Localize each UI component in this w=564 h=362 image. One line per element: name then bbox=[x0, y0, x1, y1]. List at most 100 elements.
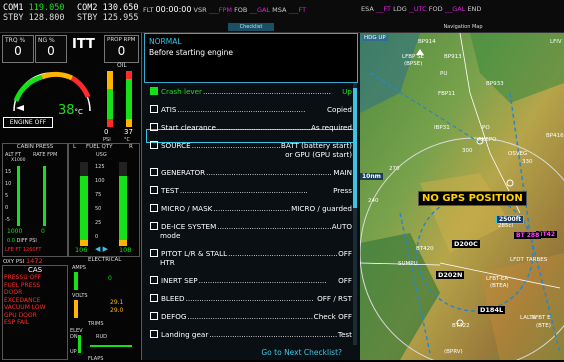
waypoint-label[interactable]: D184L bbox=[478, 306, 506, 314]
ng-value: 0 bbox=[47, 44, 55, 58]
checkbox[interactable] bbox=[150, 312, 158, 320]
oil-label: OIL bbox=[117, 62, 127, 69]
electrical-title: ELECTRICAL bbox=[88, 257, 122, 263]
checklist-item-action-cont: mode bbox=[160, 231, 181, 240]
checklist-item[interactable]: TEST....................................… bbox=[150, 186, 352, 195]
waypoint-label[interactable]: 300 bbox=[462, 148, 473, 154]
fuel-r-label: R bbox=[129, 144, 133, 150]
checklist-item[interactable]: SOURCE..................................… bbox=[150, 141, 352, 159]
checkbox[interactable] bbox=[150, 123, 158, 131]
next-checklist-link[interactable]: Go to Next Checklist? bbox=[142, 348, 360, 357]
checklist-item[interactable]: GENERATOR...............................… bbox=[150, 168, 352, 177]
esa-unit: FT bbox=[383, 5, 391, 13]
ng-box: NG % 0 bbox=[35, 35, 67, 63]
checklist-subtitle[interactable]: Before starting engine bbox=[149, 48, 233, 57]
flaps-label: FLAPS bbox=[88, 356, 104, 362]
checklist-item-action: OFF bbox=[338, 249, 352, 258]
checklist-item[interactable]: MICRO / MASK............................… bbox=[150, 204, 352, 213]
com2-stby-freq[interactable]: 125.955 bbox=[103, 13, 139, 23]
com2-active-freq[interactable]: 130.650 bbox=[103, 3, 139, 13]
checklist-item-action: Check OFF bbox=[313, 312, 352, 321]
waypoint-label[interactable]: (BTE) bbox=[536, 323, 551, 329]
waypoint-label[interactable]: FBP11 bbox=[438, 91, 455, 97]
checklist-item-action: Copied bbox=[327, 105, 352, 114]
cabin-rate-value: 0 bbox=[41, 228, 45, 235]
waypoint-label[interactable]: SUMPU bbox=[398, 261, 418, 267]
fuel-scale-50: 50 bbox=[95, 206, 102, 212]
waypoint-label[interactable]: LFBP SE bbox=[402, 54, 424, 60]
checkbox[interactable] bbox=[150, 276, 158, 284]
checklist-item-action-cont: HTR bbox=[160, 258, 175, 267]
waypoint-label[interactable]: IBP31 bbox=[434, 125, 450, 131]
navigation-map[interactable]: HDG UP NO GPS POSITION 10nm 2500ft 270 B… bbox=[360, 33, 564, 360]
cas-message: VACUUM LOW bbox=[4, 304, 46, 311]
checklist-item[interactable]: ATIS....................................… bbox=[150, 105, 352, 114]
checklist-item-action: OFF bbox=[338, 276, 352, 285]
waypoint-label[interactable]: LFIV bbox=[550, 39, 562, 45]
waypoint-label[interactable]: AKEPO bbox=[478, 137, 497, 143]
checklist-scrollbar[interactable] bbox=[353, 83, 357, 345]
waypoint-label[interactable]: (BTEA) bbox=[490, 283, 509, 289]
checklist-item[interactable]: DE-ICE SYSTEM...........................… bbox=[150, 222, 352, 240]
msa-label: MSA bbox=[272, 6, 287, 14]
checkbox[interactable] bbox=[150, 294, 158, 302]
checkbox[interactable] bbox=[150, 249, 158, 257]
com1-stby-freq[interactable]: 128.800 bbox=[29, 13, 65, 23]
waypoint-label[interactable]: BP933 bbox=[486, 81, 504, 87]
cabin-scale-15: 15 bbox=[5, 169, 12, 175]
waypoint-label[interactable]: LFBT E bbox=[532, 315, 551, 321]
checklist-item-action: MICRO / guarded bbox=[291, 204, 352, 213]
checklist-item[interactable]: INERT SEP...............................… bbox=[150, 276, 352, 285]
waypoint-label[interactable]: BP914 bbox=[418, 39, 436, 45]
waypoint-label[interactable]: PU bbox=[440, 71, 447, 77]
checkbox[interactable] bbox=[150, 330, 158, 338]
waypoint-label[interactable]: OSVEG bbox=[508, 151, 527, 157]
waypoint-label[interactable]: BT422 bbox=[452, 323, 470, 329]
waypoint-label[interactable]: BP913 bbox=[444, 54, 462, 60]
waypoint-label[interactable]: BP416 bbox=[546, 133, 564, 139]
waypoint-label[interactable]: 240 bbox=[368, 198, 379, 204]
waypoint-label[interactable]: BT420 bbox=[416, 246, 434, 252]
checklist-item[interactable]: Landing gear............................… bbox=[150, 330, 352, 339]
tab-checklist[interactable]: Checklist bbox=[228, 23, 274, 31]
cabin-scale-10: 10 bbox=[5, 181, 12, 187]
checkbox[interactable] bbox=[150, 222, 158, 230]
waypoint-label[interactable]: BT 288 bbox=[514, 232, 542, 239]
fuel-usg-label: USG bbox=[96, 152, 107, 158]
waypoint-label[interactable]: TARBES bbox=[526, 257, 547, 263]
cas-panel: CAS PRESSU OFF FUEL PRESS DOOR EXCEDANCE… bbox=[2, 265, 68, 360]
cas-message: GPU DOOR bbox=[4, 311, 37, 319]
checklist-item[interactable]: BLEED...................................… bbox=[150, 294, 352, 303]
waypoint-label[interactable]: LFDT bbox=[510, 257, 524, 263]
checkbox[interactable] bbox=[150, 186, 158, 194]
waypoint-label[interactable]: 330 bbox=[522, 159, 533, 165]
waypoint-label[interactable]: (BPSE) bbox=[404, 61, 422, 67]
checkbox[interactable] bbox=[150, 204, 158, 212]
next-checklist-text[interactable]: Go to Next Checklist? bbox=[261, 348, 342, 357]
com2-block[interactable]: COM2 130.650 STBY 125.955 bbox=[77, 3, 138, 23]
tab-navigation-map[interactable]: Navigation Map bbox=[430, 23, 496, 31]
waypoint-label[interactable]: PO bbox=[482, 125, 490, 131]
com1-active-freq[interactable]: 119.050 bbox=[29, 3, 65, 13]
waypoint-label[interactable]: D200C bbox=[452, 240, 480, 248]
prop-value: 0 bbox=[117, 44, 126, 58]
waypoint-label[interactable]: D202N bbox=[436, 271, 465, 279]
checklist-item[interactable]: Start clearance.........................… bbox=[150, 123, 352, 132]
com1-stby-label: STBY bbox=[3, 13, 24, 23]
waypoint-label[interactable]: 285cl bbox=[498, 223, 513, 229]
checkbox[interactable] bbox=[150, 141, 158, 149]
checklist-item[interactable]: PITOT L/R & STALL.......................… bbox=[150, 249, 352, 267]
vsr-label: VSR bbox=[193, 6, 207, 14]
checklist-item[interactable]: DEFOG...................................… bbox=[150, 312, 352, 321]
checkbox[interactable] bbox=[150, 105, 158, 113]
cabin-rate-label: RATE FPM bbox=[33, 152, 58, 158]
waypoint-label[interactable]: (BPRV) bbox=[444, 349, 463, 355]
checkbox[interactable] bbox=[150, 168, 158, 176]
checklist-item[interactable]: Crash lever.............................… bbox=[150, 87, 352, 96]
waypoint-label[interactable]: LFBT-EA bbox=[486, 276, 508, 282]
map-orientation[interactable]: HDG UP bbox=[362, 35, 388, 41]
com1-block[interactable]: COM1 119.050 STBY 128.800 bbox=[3, 3, 64, 23]
checklist-scroll-thumb[interactable] bbox=[353, 88, 357, 208]
checkbox[interactable] bbox=[150, 87, 158, 95]
ldg-unit: UTC bbox=[413, 5, 427, 13]
